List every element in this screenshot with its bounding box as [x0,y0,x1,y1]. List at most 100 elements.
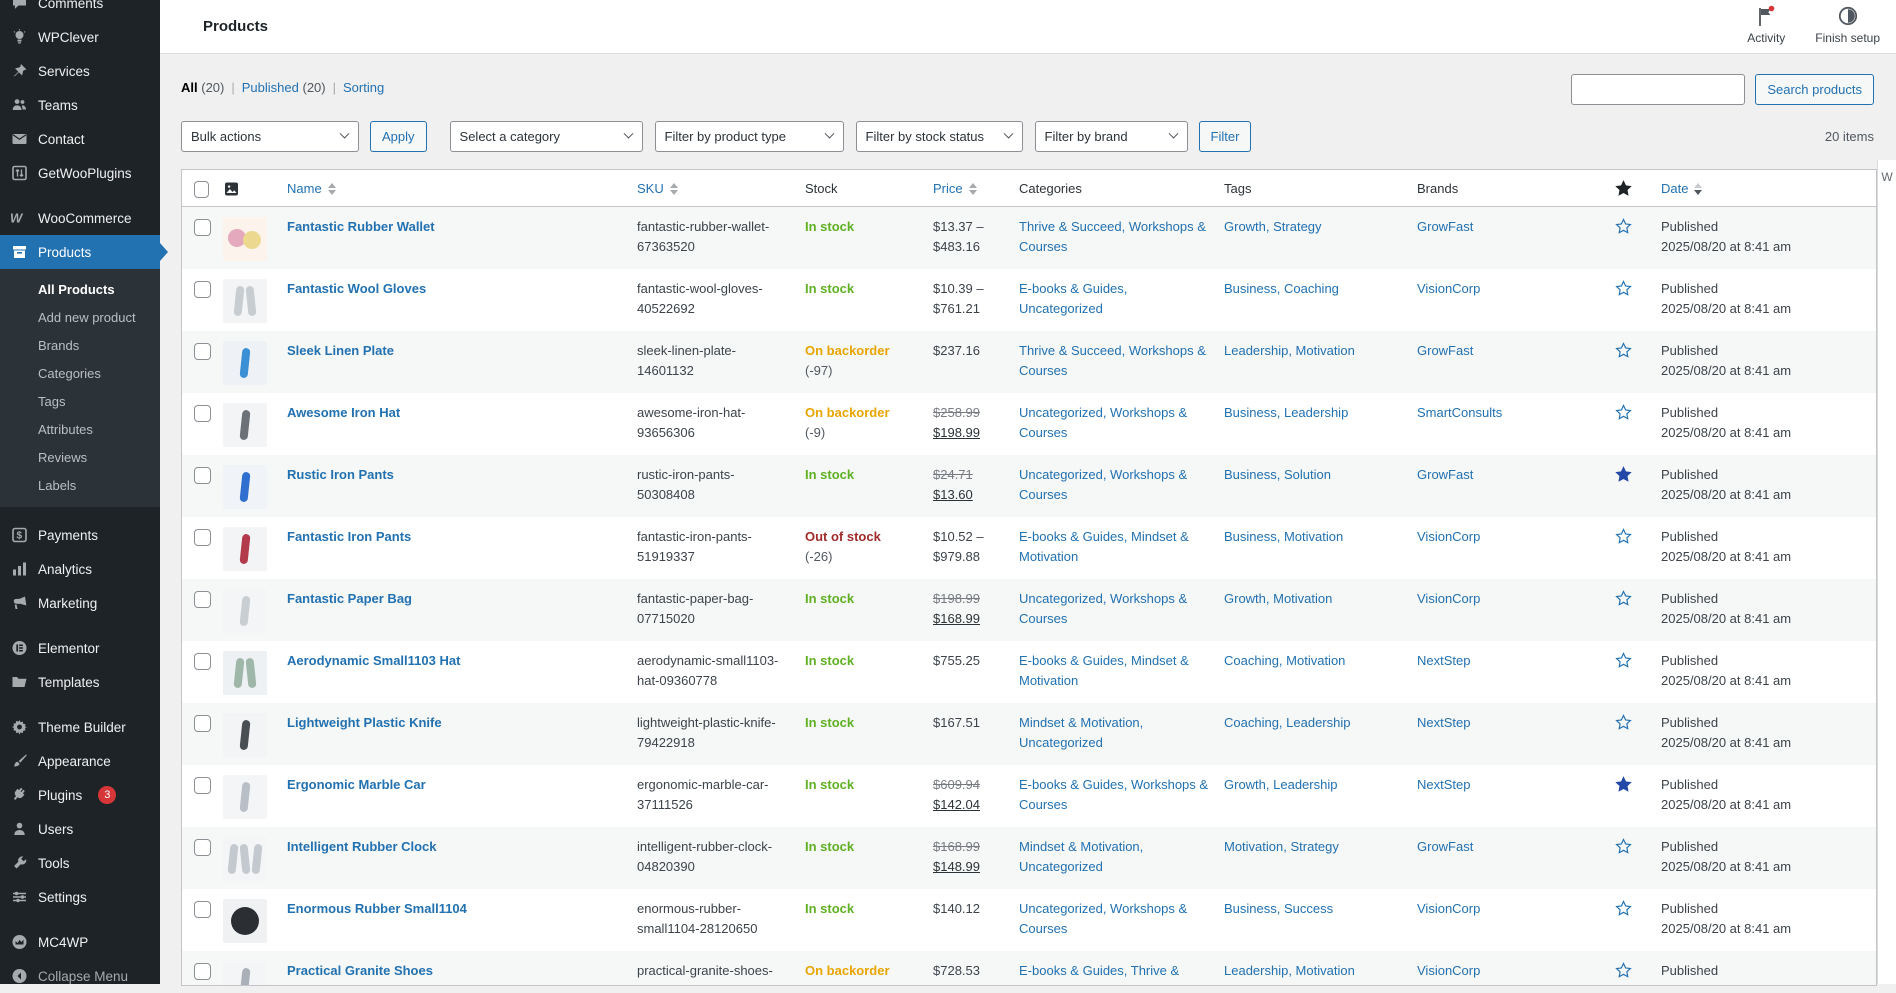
tag-links[interactable]: Leadership, Motivation [1224,343,1355,358]
product-type-filter-select[interactable]: Filter by product type [655,121,844,152]
view-all-link[interactable]: All (20) [181,80,224,95]
view-published-link[interactable]: Published (20) [242,80,326,95]
sidebar-item-analytics[interactable]: Analytics [0,552,160,586]
sidebar-item-settings[interactable]: Settings [0,880,160,914]
sidebar-item-theme-builder[interactable]: Theme Builder [0,710,160,744]
tag-links[interactable]: Growth, Motivation [1224,591,1332,606]
category-links[interactable]: Uncategorized, Workshops & Courses [1019,467,1187,502]
sidebar-item-teams[interactable]: Teams [0,88,160,122]
sidebar-item-payments[interactable]: $Payments [0,518,160,552]
sidebar-item-wpclever[interactable]: WPClever [0,20,160,54]
category-links[interactable]: E-books & Guides, Mindset & Motivation [1019,529,1189,564]
product-thumbnail[interactable] [223,899,267,943]
tag-links[interactable]: Motivation, Strategy [1224,839,1339,854]
sidebar-item-appearance[interactable]: Appearance [0,744,160,778]
product-thumbnail[interactable] [223,589,267,633]
select-all-checkbox[interactable] [182,170,223,206]
category-links[interactable]: Mindset & Motivation, Uncategorized [1019,839,1143,874]
sidebar-item-contact[interactable]: Contact [0,122,160,156]
brand-link[interactable]: VisionCorp [1417,529,1480,544]
apply-button[interactable]: Apply [370,121,427,152]
featured-star-outline-icon[interactable] [1615,652,1632,675]
submenu-item-attributes[interactable]: Attributes [0,416,160,444]
tag-links[interactable]: Business, Leadership [1224,405,1348,420]
featured-star-outline-icon[interactable] [1615,404,1632,427]
category-links[interactable]: Uncategorized, Workshops & Courses [1019,405,1187,440]
activity-button[interactable]: Activity [1747,5,1785,45]
submenu-item-labels[interactable]: Labels [0,472,160,500]
brand-link[interactable]: VisionCorp [1417,281,1480,296]
search-products-button[interactable]: Search products [1755,74,1874,105]
product-thumbnail[interactable] [223,651,267,695]
tag-links[interactable]: Business, Success [1224,901,1333,916]
submenu-item-categories[interactable]: Categories [0,360,160,388]
brand-link[interactable]: GrowFast [1417,839,1473,854]
category-filter-select[interactable]: Select a category [450,121,643,152]
brand-link[interactable]: VisionCorp [1417,591,1480,606]
featured-star-outline-icon[interactable] [1615,838,1632,861]
sidebar-item-templates[interactable]: Templates [0,665,160,699]
sidebar-item-users[interactable]: Users [0,812,160,846]
sidebar-item-comments[interactable]: Comments [0,0,160,20]
sidebar-item-mc4wp[interactable]: MC4WP [0,925,160,959]
featured-star-outline-icon[interactable] [1615,714,1632,737]
product-name-link[interactable]: Aerodynamic Small1103 Hat [287,653,460,668]
sidebar-item-woocommerce[interactable]: WWooCommerce [0,201,160,235]
row-checkbox[interactable] [194,467,211,484]
category-links[interactable]: E-books & Guides, Mindset & Motivation [1019,653,1189,688]
sidebar-item-products[interactable]: Products [0,235,160,269]
product-thumbnail[interactable] [223,217,267,261]
sidebar-item-services[interactable]: Services [0,54,160,88]
brand-link[interactable]: GrowFast [1417,467,1473,482]
sidebar-item-plugins[interactable]: Plugins3 [0,778,160,812]
column-header-price[interactable]: Price [933,170,1019,206]
brand-link[interactable]: NextStep [1417,653,1470,668]
finish-setup-button[interactable]: Finish setup [1815,5,1880,45]
product-thumbnail[interactable] [223,465,267,509]
filter-button[interactable]: Filter [1199,121,1252,152]
category-links[interactable]: E-books & Guides, Uncategorized [1019,281,1127,316]
featured-star-outline-icon[interactable] [1615,962,1632,985]
row-checkbox[interactable] [194,901,211,918]
submenu-item-tags[interactable]: Tags [0,388,160,416]
featured-star-filled-icon[interactable] [1615,466,1632,489]
featured-star-filled-icon[interactable] [1615,776,1632,799]
product-name-link[interactable]: Fantastic Iron Pants [287,529,411,544]
brand-link[interactable]: VisionCorp [1417,901,1480,916]
product-name-link[interactable]: Intelligent Rubber Clock [287,839,437,854]
row-checkbox[interactable] [194,529,211,546]
featured-star-outline-icon[interactable] [1615,280,1632,303]
tag-links[interactable]: Leadership, Motivation [1224,963,1355,978]
brand-link[interactable]: GrowFast [1417,219,1473,234]
product-name-link[interactable]: Fantastic Rubber Wallet [287,219,435,234]
product-name-link[interactable]: Fantastic Wool Gloves [287,281,426,296]
product-thumbnail[interactable] [223,341,267,385]
category-links[interactable]: Thrive & Succeed, Workshops & Courses [1019,219,1206,254]
row-checkbox[interactable] [194,343,211,360]
category-links[interactable]: Uncategorized, Workshops & Courses [1019,591,1187,626]
submenu-item-brands[interactable]: Brands [0,332,160,360]
featured-star-outline-icon[interactable] [1615,342,1632,365]
submenu-item-reviews[interactable]: Reviews [0,444,160,472]
row-checkbox[interactable] [194,281,211,298]
product-name-link[interactable]: Rustic Iron Pants [287,467,394,482]
view-sorting-link[interactable]: Sorting [343,80,384,95]
category-links[interactable]: Mindset & Motivation, Uncategorized [1019,715,1143,750]
row-checkbox[interactable] [194,839,211,856]
category-links[interactable]: E-books & Guides, Thrive & Succeed [1019,963,1179,986]
product-name-link[interactable]: Sleek Linen Plate [287,343,394,358]
row-checkbox[interactable] [194,653,211,670]
stock-status-filter-select[interactable]: Filter by stock status [856,121,1023,152]
brand-link[interactable]: VisionCorp [1417,963,1480,978]
brand-filter-select[interactable]: Filter by brand [1035,121,1188,152]
row-checkbox[interactable] [194,405,211,422]
brand-link[interactable]: GrowFast [1417,343,1473,358]
category-links[interactable]: Uncategorized, Workshops & Courses [1019,901,1187,936]
brand-link[interactable]: NextStep [1417,777,1470,792]
tag-links[interactable]: Business, Coaching [1224,281,1339,296]
featured-star-outline-icon[interactable] [1615,900,1632,923]
sidebar-item-tools[interactable]: Tools [0,846,160,880]
product-name-link[interactable]: Awesome Iron Hat [287,405,400,420]
tag-links[interactable]: Business, Solution [1224,467,1331,482]
tag-links[interactable]: Coaching, Leadership [1224,715,1350,730]
